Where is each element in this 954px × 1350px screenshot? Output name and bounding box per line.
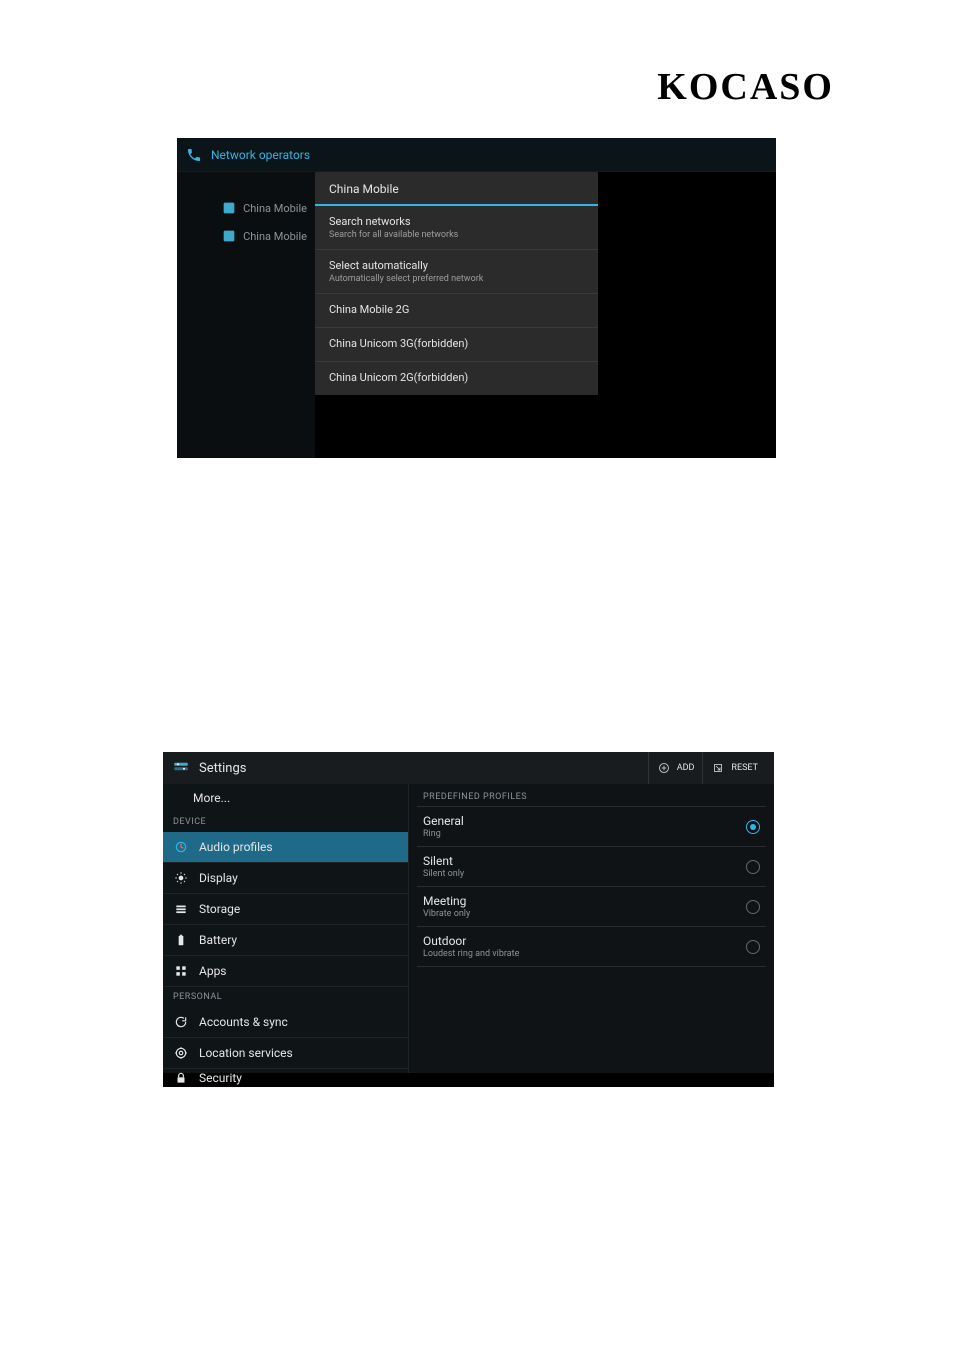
- sidebar-section-personal: PERSONAL: [163, 987, 408, 1007]
- reset-icon: [711, 761, 725, 775]
- sim-list: China Mobile China Mobile: [177, 172, 315, 458]
- sidebar-item-label: Storage: [199, 902, 240, 916]
- item-primary: Select automatically: [329, 259, 584, 272]
- sidebar-item-label: Apps: [199, 964, 227, 978]
- audio-profiles-icon: [173, 839, 189, 855]
- sidebar-item-display[interactable]: Display: [163, 863, 408, 894]
- radio-unselected[interactable]: [746, 940, 760, 954]
- network-operators-screenshot: Network operators China Mobile China Mob…: [177, 138, 776, 458]
- sidebar-item-security[interactable]: Security: [163, 1069, 408, 1087]
- profile-meeting[interactable]: Meeting Vibrate only: [417, 887, 766, 927]
- profile-general[interactable]: General Ring: [417, 807, 766, 847]
- sidebar-item-more[interactable]: More...: [163, 784, 408, 812]
- reset-label: RESET: [731, 763, 758, 773]
- profile-secondary: Ring: [423, 829, 746, 839]
- profiles-panel: PREDEFINED PROFILES General Ring Silent …: [409, 784, 774, 1073]
- sim-item[interactable]: China Mobile: [177, 222, 315, 250]
- radio-unselected[interactable]: [746, 900, 760, 914]
- item-primary: China Mobile 2G: [329, 303, 584, 316]
- sidebar-item-apps[interactable]: Apps: [163, 956, 408, 987]
- network-operators-header: Network operators: [177, 138, 776, 172]
- profile-secondary: Loudest ring and vibrate: [423, 949, 746, 959]
- phone-icon: [185, 146, 203, 164]
- sidebar-item-label: More...: [193, 791, 230, 805]
- search-networks-item[interactable]: Search networks Search for all available…: [315, 206, 598, 250]
- add-button[interactable]: ADD: [648, 752, 703, 784]
- settings-screenshot: Settings ADD RESET More... DEVICE Audio: [163, 752, 774, 1087]
- plus-icon: [657, 761, 671, 775]
- sim-icon: [221, 228, 237, 244]
- item-secondary: Automatically select preferred network: [329, 274, 584, 284]
- sidebar-section-device: DEVICE: [163, 812, 408, 832]
- item-secondary: Search for all available networks: [329, 230, 584, 240]
- network-result-item[interactable]: China Unicom 2G(forbidden): [315, 362, 598, 395]
- profile-secondary: Silent only: [423, 869, 746, 879]
- add-label: ADD: [677, 763, 695, 773]
- reset-button[interactable]: RESET: [702, 752, 766, 784]
- profile-primary: General: [423, 814, 746, 828]
- settings-header: Settings ADD RESET: [163, 752, 774, 784]
- item-primary: Search networks: [329, 215, 584, 228]
- network-panel-title: China Mobile: [315, 172, 598, 206]
- profile-primary: Outdoor: [423, 934, 746, 948]
- sync-icon: [173, 1014, 189, 1030]
- network-panel: China Mobile Search networks Search for …: [315, 172, 598, 395]
- sidebar-item-label: Display: [199, 871, 238, 885]
- storage-icon: [173, 901, 189, 917]
- sidebar-item-label: Accounts & sync: [199, 1015, 288, 1029]
- settings-sidebar: More... DEVICE Audio profiles Display St…: [163, 784, 409, 1073]
- item-primary: China Unicom 3G(forbidden): [329, 337, 584, 350]
- profile-primary: Meeting: [423, 894, 746, 908]
- sidebar-item-storage[interactable]: Storage: [163, 894, 408, 925]
- profile-secondary: Vibrate only: [423, 909, 746, 919]
- sidebar-item-label: Location services: [199, 1046, 293, 1060]
- sim-icon: [221, 200, 237, 216]
- sidebar-item-location-services[interactable]: Location services: [163, 1038, 408, 1069]
- display-icon: [173, 870, 189, 886]
- network-result-item[interactable]: China Unicom 3G(forbidden): [315, 328, 598, 362]
- sidebar-item-label: Audio profiles: [199, 840, 273, 854]
- profile-outdoor[interactable]: Outdoor Loudest ring and vibrate: [417, 927, 766, 967]
- network-result-item[interactable]: China Mobile 2G: [315, 294, 598, 328]
- item-primary: China Unicom 2G(forbidden): [329, 371, 584, 384]
- sim-label: China Mobile: [243, 230, 307, 243]
- settings-icon: [171, 758, 191, 778]
- predefined-profiles-section: PREDEFINED PROFILES: [417, 784, 766, 807]
- select-automatically-item[interactable]: Select automatically Automatically selec…: [315, 250, 598, 294]
- sim-item[interactable]: China Mobile: [177, 194, 315, 222]
- sim-label: China Mobile: [243, 202, 307, 215]
- settings-title: Settings: [199, 761, 648, 776]
- radio-unselected[interactable]: [746, 860, 760, 874]
- lock-icon: [173, 1070, 189, 1086]
- sidebar-item-label: Battery: [199, 933, 237, 947]
- sidebar-item-label: Security: [199, 1071, 242, 1085]
- profile-silent[interactable]: Silent Silent only: [417, 847, 766, 887]
- battery-icon: [173, 932, 189, 948]
- sidebar-item-audio-profiles[interactable]: Audio profiles: [163, 832, 408, 863]
- brand-logo: KOCASO: [657, 65, 834, 109]
- sidebar-item-accounts-sync[interactable]: Accounts & sync: [163, 1007, 408, 1038]
- apps-icon: [173, 963, 189, 979]
- radio-selected[interactable]: [746, 820, 760, 834]
- network-operators-title: Network operators: [211, 148, 310, 162]
- profile-primary: Silent: [423, 854, 746, 868]
- location-icon: [173, 1045, 189, 1061]
- sidebar-item-battery[interactable]: Battery: [163, 925, 408, 956]
